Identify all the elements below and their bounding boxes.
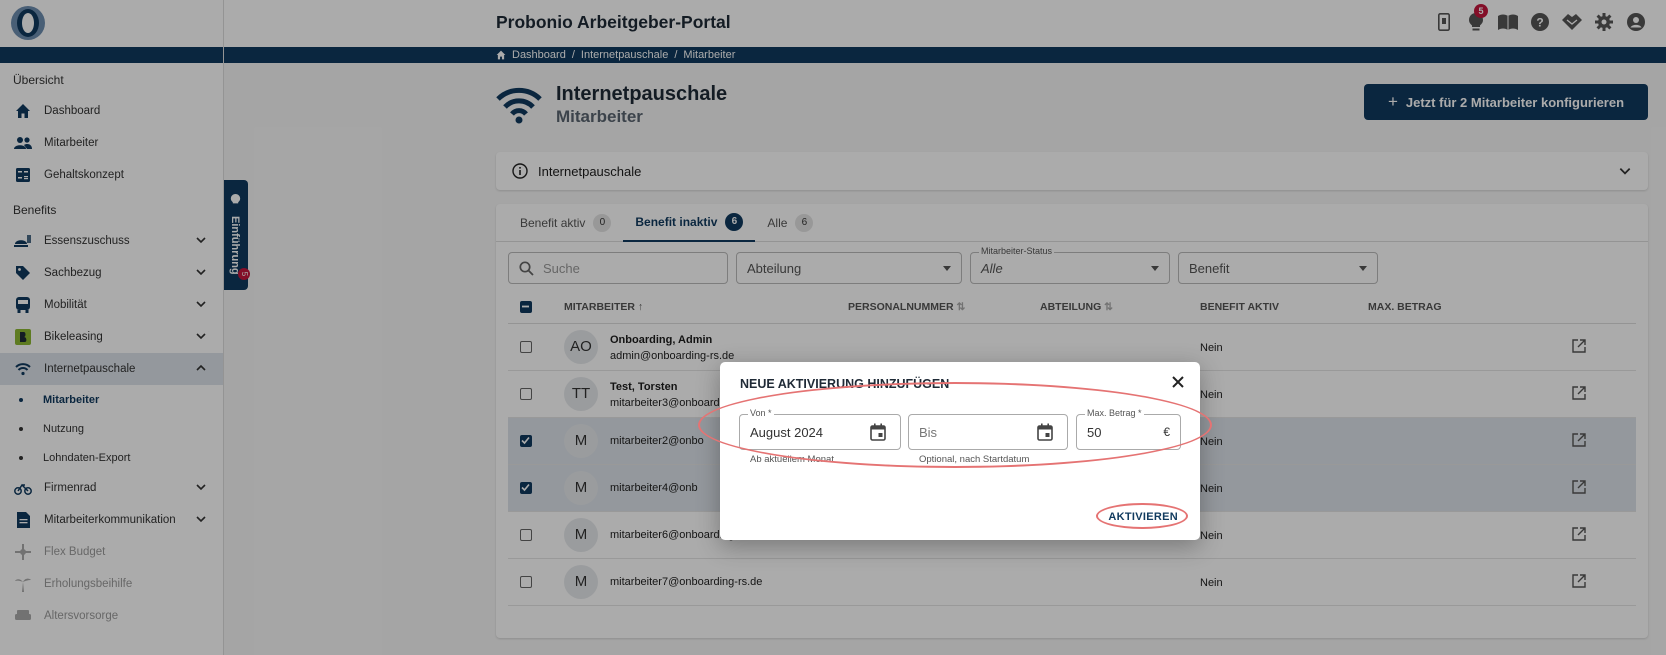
highlight-ellipse-fields	[698, 382, 1212, 468]
highlight-ellipse-button	[1096, 503, 1188, 529]
close-icon[interactable]	[1170, 374, 1186, 390]
activation-dialog: NEUE AKTIVIERUNG HINZUFÜGEN Von * August…	[698, 362, 1212, 540]
modal-backdrop[interactable]	[0, 0, 1666, 655]
